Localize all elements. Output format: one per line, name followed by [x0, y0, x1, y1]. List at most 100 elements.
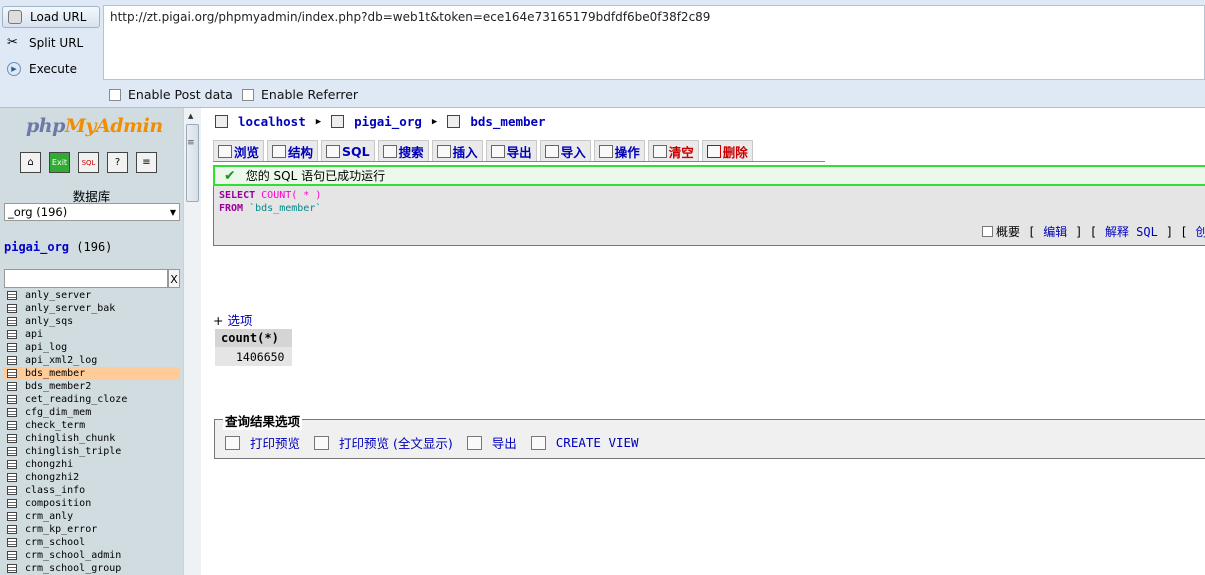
- table-icon[interactable]: [7, 447, 17, 456]
- sql-query-icon[interactable]: SQL: [78, 152, 99, 173]
- table-name[interactable]: chongzhi2: [25, 471, 79, 484]
- table-name[interactable]: anly_server: [25, 289, 91, 302]
- tab-empty[interactable]: 清空: [647, 140, 699, 161]
- table-list-item[interactable]: chongzhi2: [4, 471, 180, 484]
- edit-link[interactable]: 编辑: [1043, 223, 1067, 240]
- table-name[interactable]: cet_reading_cloze: [25, 393, 127, 406]
- breadcrumb-server[interactable]: localhost: [238, 114, 306, 129]
- table-name[interactable]: bds_member2: [25, 380, 91, 393]
- database-link[interactable]: pigai_org: [4, 240, 69, 254]
- create-php-link[interactable]: 创: [1196, 223, 1205, 240]
- tab-search[interactable]: 搜索: [377, 140, 429, 161]
- table-list-item[interactable]: api_log: [4, 341, 180, 354]
- tab-export[interactable]: 导出: [485, 140, 537, 161]
- home-icon[interactable]: ⌂: [20, 152, 41, 173]
- table-list-item[interactable]: api: [4, 328, 180, 341]
- table-list-item[interactable]: class_info: [4, 484, 180, 497]
- tab-drop[interactable]: 删除: [701, 140, 753, 161]
- table-icon[interactable]: [7, 343, 17, 352]
- load-url-button[interactable]: Load URL: [2, 6, 100, 28]
- table-list-item[interactable]: crm_school: [4, 536, 180, 549]
- table-icon[interactable]: [7, 460, 17, 469]
- table-name[interactable]: crm_kp_error: [25, 523, 97, 536]
- table-name[interactable]: check_term: [25, 419, 85, 432]
- table-name[interactable]: crm_school: [25, 536, 85, 549]
- table-name[interactable]: anly_server_bak: [25, 302, 115, 315]
- table-icon[interactable]: [7, 369, 17, 378]
- table-icon[interactable]: [7, 538, 17, 547]
- table-icon[interactable]: [7, 486, 17, 495]
- scrollbar-thumb[interactable]: [186, 124, 199, 202]
- table-name[interactable]: api_log: [25, 341, 67, 354]
- table-icon[interactable]: [7, 317, 17, 326]
- table-name[interactable]: crm_school_group: [25, 562, 121, 575]
- table-icon[interactable]: [7, 304, 17, 313]
- table-list-item[interactable]: anly_sqs: [4, 315, 180, 328]
- create-view-link[interactable]: CREATE VIEW: [556, 435, 639, 450]
- table-list-item[interactable]: check_term: [4, 419, 180, 432]
- table-name[interactable]: cfg_dim_mem: [25, 406, 91, 419]
- table-icon[interactable]: [7, 291, 17, 300]
- tab-sql[interactable]: SQL: [321, 140, 375, 161]
- table-name[interactable]: api: [25, 328, 43, 341]
- table-icon[interactable]: [7, 564, 17, 573]
- split-url-button[interactable]: ✂ Split URL: [2, 32, 100, 54]
- table-list-item[interactable]: crm_anly: [4, 510, 180, 523]
- docs-icon[interactable]: ≡: [136, 152, 157, 173]
- table-list-item[interactable]: chinglish_triple: [4, 445, 180, 458]
- table-list-item[interactable]: crm_school_group: [4, 562, 180, 575]
- column-header[interactable]: count(*): [215, 329, 293, 347]
- table-list-item[interactable]: bds_member2: [4, 380, 180, 393]
- table-list-item[interactable]: anly_server: [4, 289, 180, 302]
- help-icon[interactable]: ?: [107, 152, 128, 173]
- table-name[interactable]: anly_sqs: [25, 315, 73, 328]
- table-icon[interactable]: [7, 434, 17, 443]
- table-icon[interactable]: [7, 382, 17, 391]
- table-icon[interactable]: [7, 395, 17, 404]
- table-name[interactable]: chongzhi: [25, 458, 73, 471]
- table-list-item[interactable]: chongzhi: [4, 458, 180, 471]
- print-view-link[interactable]: 打印预览: [250, 433, 300, 452]
- enable-post-checkbox[interactable]: Enable Post data: [109, 87, 233, 102]
- options-toggle[interactable]: + 选项: [213, 310, 252, 329]
- table-name[interactable]: crm_anly: [25, 510, 73, 523]
- table-list-item[interactable]: cet_reading_cloze: [4, 393, 180, 406]
- table-icon[interactable]: [7, 421, 17, 430]
- table-list-item[interactable]: cfg_dim_mem: [4, 406, 180, 419]
- breadcrumb-database[interactable]: pigai_org: [354, 114, 422, 129]
- table-name[interactable]: crm_school_admin: [25, 549, 121, 562]
- table-name[interactable]: chinglish_chunk: [25, 432, 115, 445]
- clear-filter-button[interactable]: X: [168, 269, 180, 288]
- table-list-item[interactable]: composition: [4, 497, 180, 510]
- phpmyadmin-logo[interactable]: phpMyAdmin: [26, 115, 163, 137]
- table-icon[interactable]: [7, 525, 17, 534]
- table-name[interactable]: chinglish_triple: [25, 445, 121, 458]
- table-icon[interactable]: [7, 551, 17, 560]
- export-link[interactable]: 导出: [492, 433, 517, 452]
- table-filter-input[interactable]: [4, 269, 168, 288]
- table-list-item[interactable]: crm_kp_error: [4, 523, 180, 536]
- tab-structure[interactable]: 结构: [267, 140, 319, 161]
- table-icon[interactable]: [7, 356, 17, 365]
- options-link[interactable]: 选项: [227, 313, 252, 328]
- frame-resize-grip[interactable]: ≡: [187, 138, 195, 148]
- table-icon[interactable]: [7, 330, 17, 339]
- table-icon[interactable]: [7, 473, 17, 482]
- table-icon[interactable]: [7, 408, 17, 417]
- profile-checkbox[interactable]: [982, 226, 993, 237]
- print-view-full-link[interactable]: 打印预览 (全文显示): [339, 433, 453, 452]
- enable-referrer-checkbox[interactable]: Enable Referrer: [242, 87, 358, 102]
- url-textarea[interactable]: http://zt.pigai.org/phpmyadmin/index.php…: [103, 5, 1205, 80]
- execute-button[interactable]: ▶ Execute: [2, 58, 100, 80]
- breadcrumb-table[interactable]: bds_member: [470, 114, 545, 129]
- table-list-item[interactable]: chinglish_chunk: [4, 432, 180, 445]
- exit-icon[interactable]: Exit: [49, 152, 70, 173]
- table-name[interactable]: class_info: [25, 484, 85, 497]
- database-select[interactable]: _org (196) ▼: [4, 203, 180, 221]
- table-list-item[interactable]: anly_server_bak: [4, 302, 180, 315]
- scroll-up-icon[interactable]: ▲: [188, 112, 193, 120]
- explain-sql-link[interactable]: 解释 SQL: [1105, 223, 1158, 240]
- tab-insert[interactable]: 插入: [431, 140, 483, 161]
- checkbox-box[interactable]: [109, 88, 121, 101]
- table-list-item[interactable]: api_xml2_log: [4, 354, 180, 367]
